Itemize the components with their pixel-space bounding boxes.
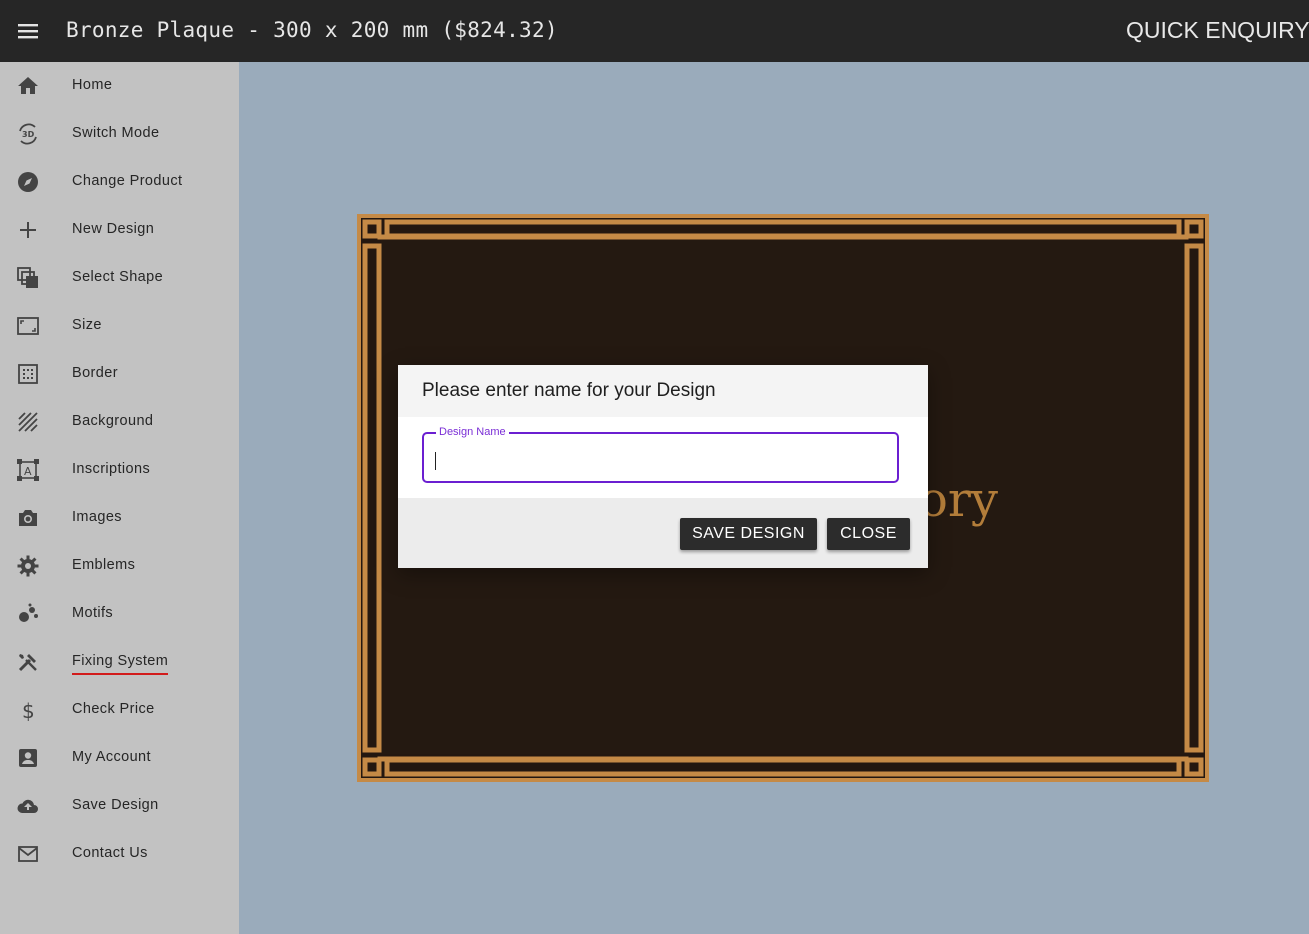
sidebar-item-label: Select Shape xyxy=(72,269,164,285)
sidebar-item-fixing-system[interactable]: Fixing System xyxy=(0,638,239,686)
dialog-title: Please enter name for your Design xyxy=(422,380,716,401)
save-design-dialog: Please enter name for your Design Design… xyxy=(398,365,928,568)
sidebar-item-label: Inscriptions xyxy=(72,461,151,477)
svg-text:A: A xyxy=(24,465,32,478)
plaque-inscription-text[interactable]: ory xyxy=(919,470,998,530)
dialog-actions: SAVE DESIGN CLOSE xyxy=(398,498,928,568)
layers-icon xyxy=(17,267,38,288)
sidebar-item-inscriptions[interactable]: A Inscriptions xyxy=(0,446,239,494)
sidebar-item-label: Save Design xyxy=(72,797,159,813)
sidebar-item-change-product[interactable]: Change Product xyxy=(0,158,239,206)
sidebar-item-background[interactable]: Background xyxy=(0,398,239,446)
sidebar-item-motifs[interactable]: Motifs xyxy=(0,590,239,638)
3d-rotation-icon: 3D xyxy=(19,123,37,145)
hamburger-menu-icon[interactable] xyxy=(14,18,42,44)
page-title: Bronze Plaque - 300 x 200 mm ($824.32) xyxy=(66,18,558,42)
sidebar-item-save-design[interactable]: Save Design xyxy=(0,782,239,830)
sidebar-item-label: Emblems xyxy=(72,557,136,573)
save-design-button[interactable]: SAVE DESIGN xyxy=(680,518,817,550)
text-box-icon: A xyxy=(17,459,39,481)
sidebar-item-label: Check Price xyxy=(72,701,155,717)
close-button[interactable]: CLOSE xyxy=(827,518,910,550)
sidebar-item-contact-us[interactable]: Contact Us xyxy=(0,830,239,878)
sidebar-item-label: Motifs xyxy=(72,605,114,621)
sidebar-item-my-account[interactable]: My Account xyxy=(0,734,239,782)
sidebar-item-label: Images xyxy=(72,509,122,525)
sidebar-item-label: Switch Mode xyxy=(72,125,160,141)
dialog-header: Please enter name for your Design xyxy=(398,365,928,417)
sidebar-item-label: New Design xyxy=(72,221,155,237)
sidebar-item-home[interactable]: Home xyxy=(0,62,239,110)
svg-text:$: $ xyxy=(22,699,35,722)
border-icon xyxy=(18,364,38,384)
dollar-icon: $ xyxy=(22,699,35,722)
plus-icon xyxy=(20,222,36,238)
sidebar-item-label: Contact Us xyxy=(72,845,148,861)
sidebar-item-size[interactable]: Size xyxy=(0,302,239,350)
sidebar-item-switch-mode[interactable]: 3D Switch Mode xyxy=(0,110,239,158)
gear-icon xyxy=(17,555,39,577)
sidebar-item-label: Fixing System xyxy=(72,652,169,675)
sidebar-item-label: Background xyxy=(72,413,154,429)
sidebar-item-label: My Account xyxy=(72,749,151,765)
design-name-input[interactable] xyxy=(434,444,888,474)
sidebar-nav: Home 3D Switch Mode Change Product New D… xyxy=(0,62,239,934)
aspect-ratio-icon xyxy=(17,317,39,335)
cloud-upload-icon xyxy=(17,799,38,813)
design-name-field[interactable]: Design Name xyxy=(422,425,899,483)
svg-text:3D: 3D xyxy=(22,130,35,139)
sidebar-item-label: Change Product xyxy=(72,173,183,189)
sidebar-item-label: Size xyxy=(72,317,102,333)
design-name-label: Design Name xyxy=(436,425,509,439)
sidebar-item-label: Home xyxy=(72,77,113,93)
texture-icon xyxy=(18,412,38,432)
motif-icon xyxy=(19,603,38,622)
home-icon xyxy=(18,77,38,94)
sidebar-item-border[interactable]: Border xyxy=(0,350,239,398)
tools-icon xyxy=(18,654,37,672)
sidebar-item-check-price[interactable]: $ Check Price xyxy=(0,686,239,734)
compass-icon xyxy=(18,172,38,192)
account-box-icon xyxy=(19,749,37,767)
sidebar-item-images[interactable]: Images xyxy=(0,494,239,542)
sidebar-item-new-design[interactable]: New Design xyxy=(0,206,239,254)
sidebar-item-select-shape[interactable]: Select Shape xyxy=(0,254,239,302)
top-app-bar: Bronze Plaque - 300 x 200 mm ($824.32) Q… xyxy=(0,0,1309,62)
sidebar-item-label: Border xyxy=(72,365,118,381)
sidebar-item-emblems[interactable]: Emblems xyxy=(0,542,239,590)
quick-enquiry-button[interactable]: QUICK ENQUIRY xyxy=(1126,14,1309,46)
mail-icon xyxy=(18,846,38,862)
camera-icon xyxy=(19,510,37,526)
